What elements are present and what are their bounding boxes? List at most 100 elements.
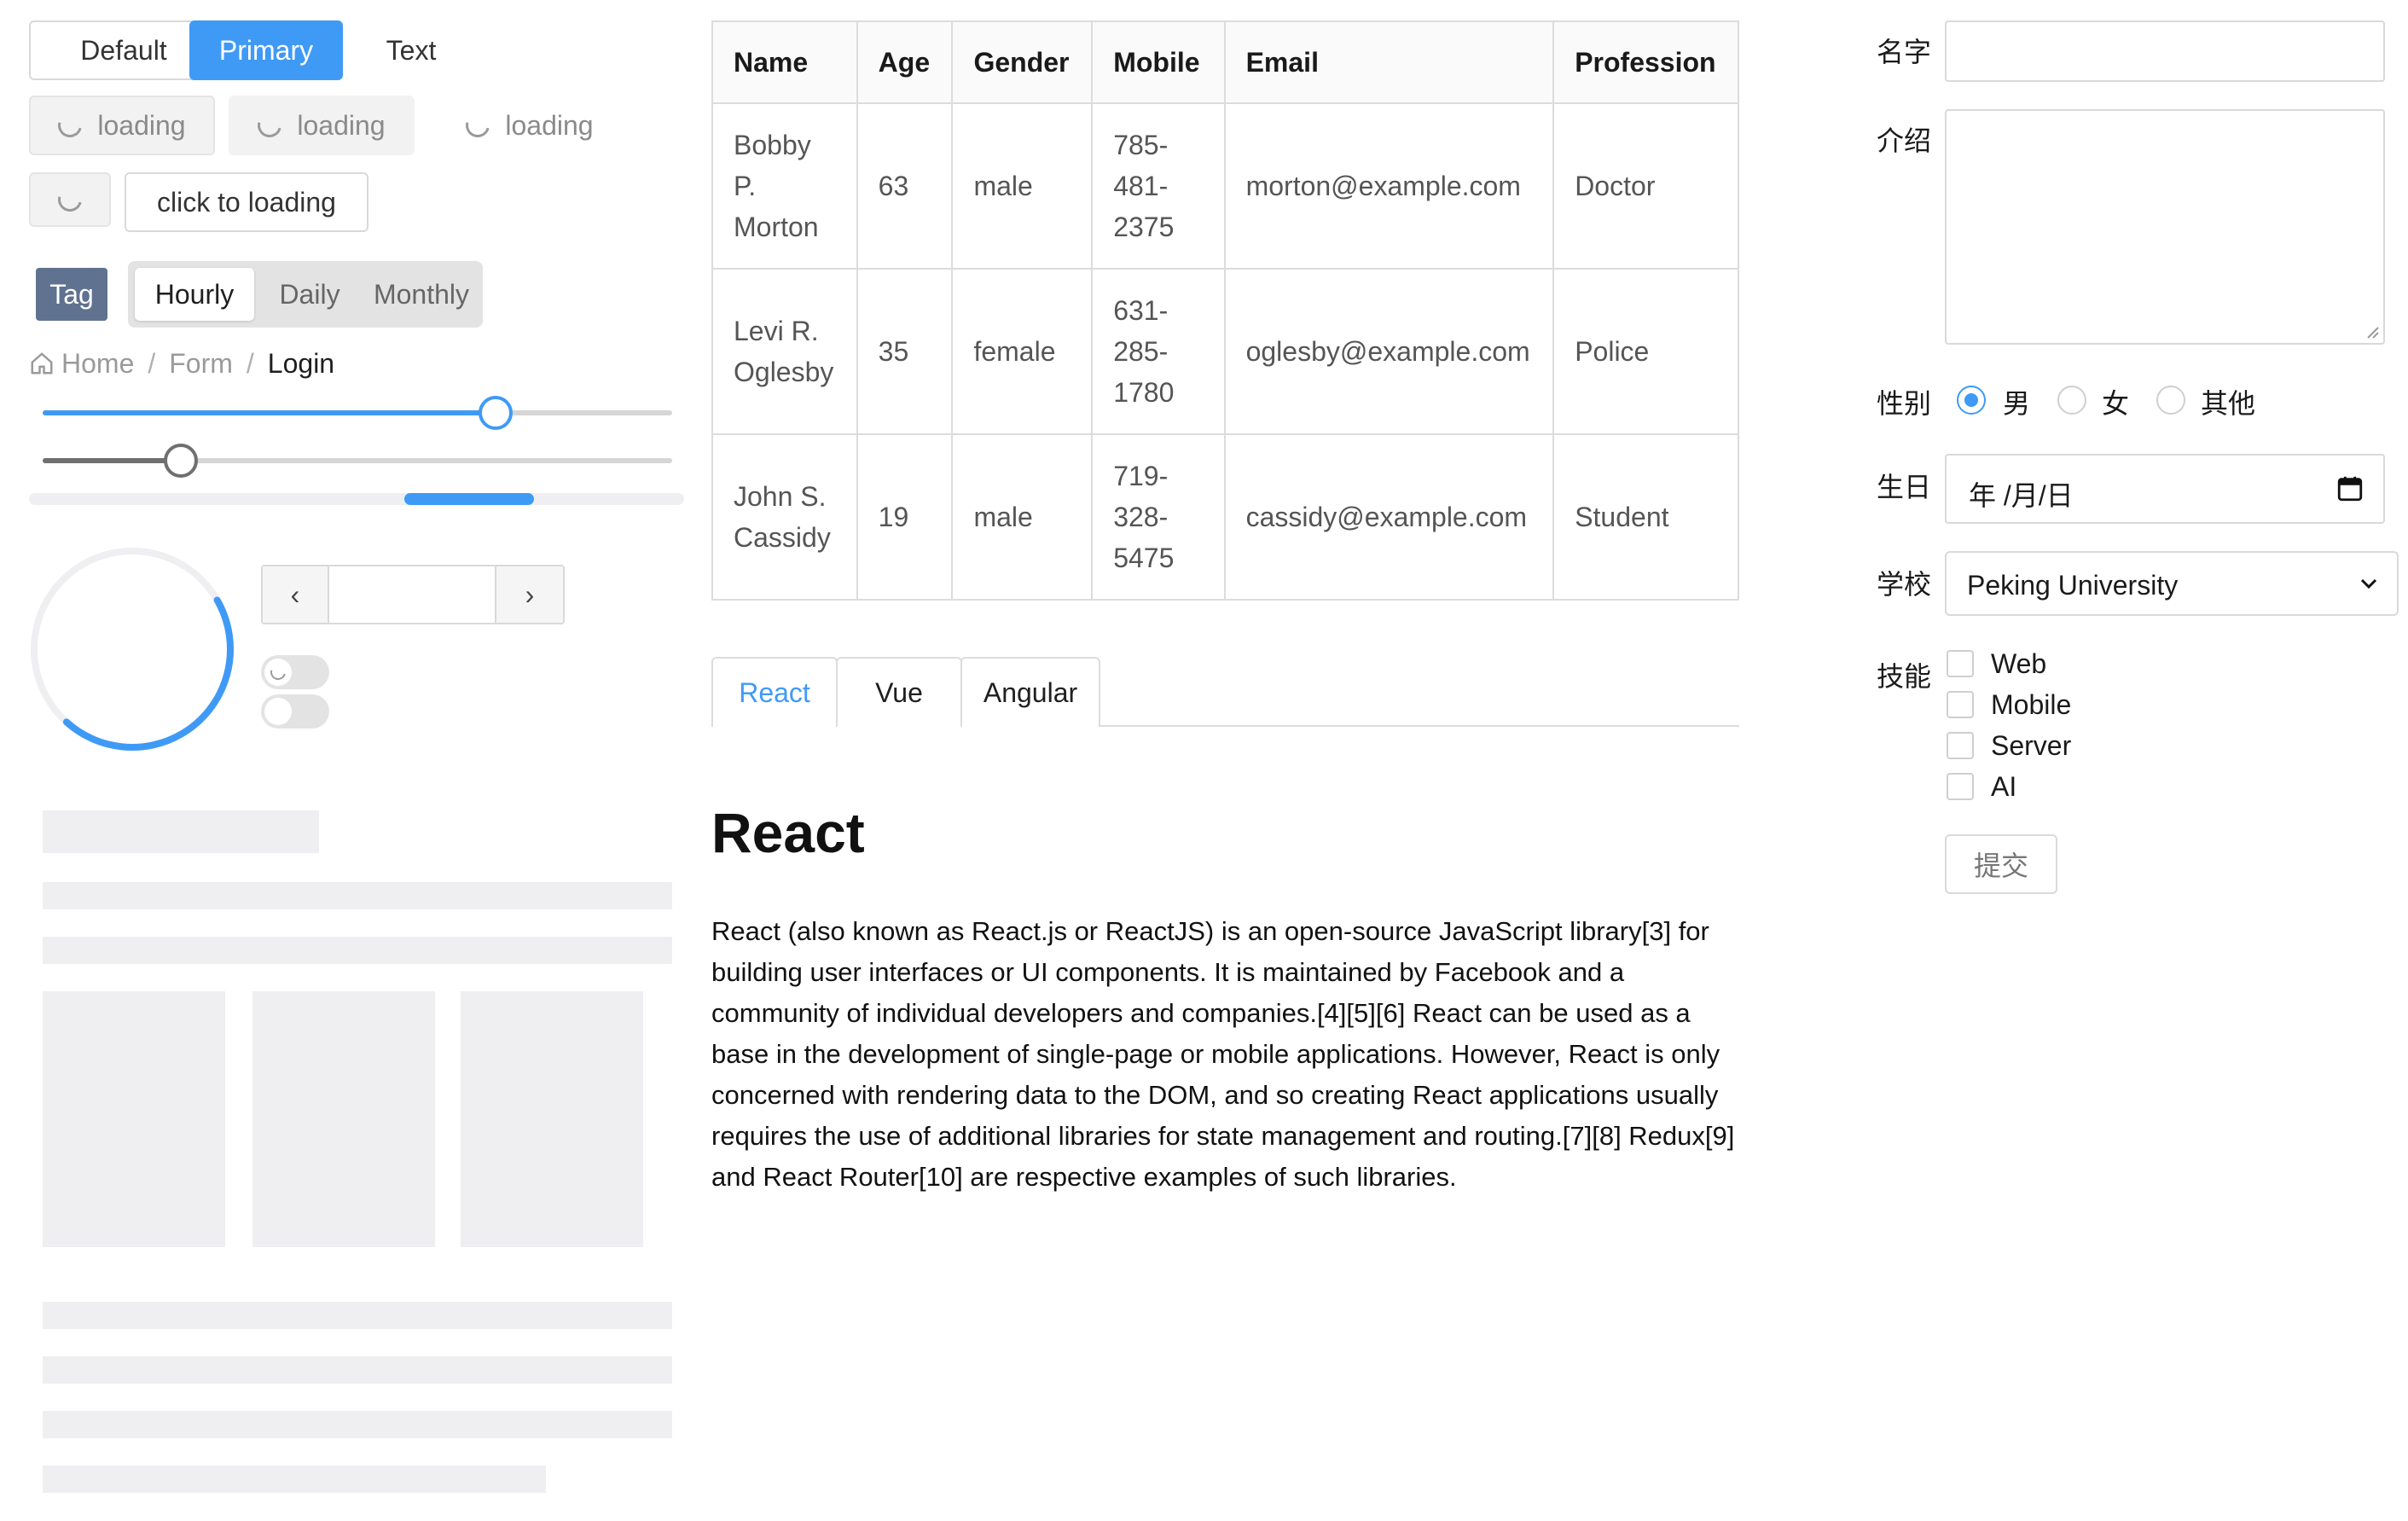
table-cell: Student bbox=[1552, 433, 1739, 601]
segmented-monthly[interactable]: Monthly bbox=[363, 268, 479, 321]
breadcrumb: Home / Form / Login bbox=[29, 345, 334, 382]
breadcrumb-form[interactable]: Form bbox=[169, 348, 233, 380]
next-button[interactable]: › bbox=[495, 566, 563, 623]
slider-handle[interactable] bbox=[164, 444, 199, 478]
loading-button-primary[interactable]: loading bbox=[229, 96, 415, 155]
birthday-placeholder: 年 /月/日 bbox=[1969, 480, 2074, 511]
table-header: Gender bbox=[951, 20, 1094, 104]
click-to-loading-button[interactable]: click to loading bbox=[125, 172, 368, 232]
table-cell: Levi R. Oglesby bbox=[711, 268, 858, 435]
skeleton-line bbox=[43, 1302, 672, 1329]
spinner-icon bbox=[461, 108, 495, 142]
slider-blue[interactable] bbox=[43, 394, 672, 432]
prev-button[interactable]: ‹ bbox=[263, 566, 329, 623]
table-cell: 35 bbox=[856, 268, 954, 435]
table-header: Age bbox=[856, 20, 954, 104]
circular-progress bbox=[30, 548, 234, 751]
loading-button-text[interactable]: loading bbox=[437, 96, 623, 155]
intro-textarea[interactable] bbox=[1945, 109, 2385, 345]
skill-label-server: Server bbox=[1991, 730, 2072, 761]
gender-option-male: 男 bbox=[2003, 388, 2031, 419]
school-select[interactable]: Peking University bbox=[1945, 551, 2399, 616]
skeleton-line bbox=[43, 1356, 672, 1384]
skill-checkbox-web[interactable] bbox=[1947, 650, 1974, 677]
breadcrumb-home[interactable]: Home bbox=[61, 348, 134, 380]
table-cell: 19 bbox=[856, 433, 954, 601]
spinner-icon bbox=[53, 183, 87, 217]
table-cell: 785-481-2375 bbox=[1091, 102, 1226, 270]
skill-label-web: Web bbox=[1991, 648, 2047, 679]
breadcrumb-login: Login bbox=[267, 347, 335, 379]
table-row: Levi R. Oglesby 35 female 631-285-1780 o… bbox=[711, 268, 1739, 435]
loading-button-default[interactable]: loading bbox=[29, 96, 215, 155]
table-header: Profession bbox=[1552, 20, 1739, 104]
pager: ‹ › bbox=[261, 565, 565, 624]
resize-handle-icon[interactable] bbox=[2364, 324, 2380, 340]
birthday-input[interactable]: 年 /月/日 bbox=[1945, 454, 2385, 524]
table-cell: Bobby P. Morton bbox=[711, 102, 858, 270]
name-label: 名字 bbox=[1877, 37, 1932, 67]
intro-label: 介绍 bbox=[1877, 125, 1932, 156]
skeleton-title bbox=[43, 810, 319, 853]
text-button[interactable]: Text bbox=[358, 20, 464, 80]
switch-loading[interactable] bbox=[261, 655, 329, 689]
slider-gray[interactable] bbox=[43, 442, 672, 479]
spinner-icon bbox=[54, 108, 87, 142]
skills-label: 技能 bbox=[1877, 661, 1932, 692]
table-header: Email bbox=[1223, 20, 1555, 104]
table-header-row: Name Age Gender Mobile Email Profession bbox=[711, 20, 1739, 104]
table-cell: male bbox=[951, 433, 1094, 601]
switch-off[interactable] bbox=[261, 694, 329, 729]
table-cell: morton@example.com bbox=[1223, 102, 1555, 270]
tab-vue[interactable]: Vue bbox=[836, 657, 962, 727]
skill-label-ai: AI bbox=[1991, 771, 2017, 802]
school-value: Peking University bbox=[1967, 570, 2179, 601]
skeleton-card bbox=[252, 991, 435, 1247]
table-cell: oglesby@example.com bbox=[1223, 268, 1555, 435]
article-body: React (also known as React.js or ReactJS… bbox=[711, 916, 1735, 1192]
skill-checkbox-mobile[interactable] bbox=[1947, 691, 1974, 718]
segmented-control: Hourly Daily Monthly bbox=[128, 261, 483, 328]
tab-angular[interactable]: Angular bbox=[960, 657, 1100, 727]
spinner-icon bbox=[267, 661, 289, 683]
table-cell: 631-285-1780 bbox=[1091, 268, 1226, 435]
slider-handle[interactable] bbox=[479, 396, 514, 430]
table-cell: cassidy@example.com bbox=[1223, 433, 1555, 601]
skeleton-line bbox=[43, 937, 672, 964]
segmented-daily[interactable]: Daily bbox=[263, 268, 357, 321]
table-cell: Doctor bbox=[1552, 102, 1739, 270]
skeleton-card bbox=[461, 991, 643, 1247]
indeterminate-progress bbox=[29, 493, 684, 505]
pager-input[interactable] bbox=[331, 566, 493, 623]
gender-label: 性别 bbox=[1877, 388, 1932, 419]
article-title: React bbox=[711, 801, 865, 864]
skeleton-line bbox=[43, 1466, 546, 1493]
skill-checkbox-ai[interactable] bbox=[1947, 773, 1974, 800]
school-label: 学校 bbox=[1877, 569, 1932, 600]
skeleton-card bbox=[43, 991, 225, 1247]
skill-checkbox-server[interactable] bbox=[1947, 732, 1974, 759]
tag: Tag bbox=[36, 268, 107, 321]
table-cell: John S. Cassidy bbox=[711, 433, 858, 601]
spinner-icon bbox=[253, 108, 287, 142]
name-input[interactable] bbox=[1945, 20, 2385, 82]
calendar-icon[interactable] bbox=[2335, 474, 2364, 503]
skill-label-mobile: Mobile bbox=[1991, 689, 2072, 720]
primary-button[interactable]: Primary bbox=[189, 20, 343, 80]
gender-radio-other[interactable] bbox=[2156, 386, 2185, 415]
chevron-down-icon bbox=[2360, 578, 2377, 589]
breadcrumb-separator: / bbox=[148, 347, 156, 379]
gender-option-other: 其他 bbox=[2201, 388, 2256, 419]
birthday-label: 生日 bbox=[1877, 472, 1932, 502]
table-cell: 719-328-5475 bbox=[1091, 433, 1226, 601]
segmented-hourly[interactable]: Hourly bbox=[135, 268, 254, 321]
gender-radio-female[interactable] bbox=[2057, 386, 2086, 415]
gender-radio-male[interactable] bbox=[1957, 386, 1986, 415]
loading-icon-button[interactable] bbox=[29, 172, 111, 227]
gender-option-female: 女 bbox=[2102, 388, 2130, 419]
submit-button[interactable]: 提交 bbox=[1945, 834, 2057, 894]
table-cell: female bbox=[951, 268, 1094, 435]
tab-react[interactable]: React bbox=[711, 657, 838, 727]
skeleton-line bbox=[43, 882, 672, 909]
table-header: Name bbox=[711, 20, 858, 104]
